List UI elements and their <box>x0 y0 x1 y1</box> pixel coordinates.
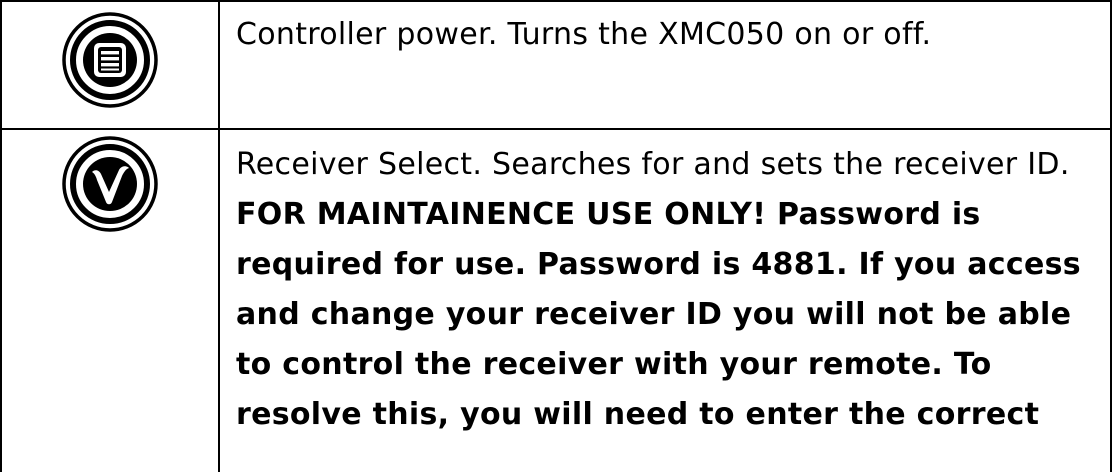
description-text: Controller power. Turns the XMC050 on or… <box>236 17 932 52</box>
description-text: Receiver Select. Searches for and sets t… <box>236 147 1070 182</box>
table-row: Receiver Select. Searches for and sets t… <box>0 128 1112 472</box>
description-cell: Controller power. Turns the XMC050 on or… <box>218 0 1112 130</box>
controller-power-icon <box>62 12 158 108</box>
receiver-select-icon <box>62 136 158 232</box>
icon-cell <box>0 0 220 130</box>
icon-cell <box>0 128 220 472</box>
warning-text: FOR MAINTAINENCE USE ONLY! Password is r… <box>236 197 1081 432</box>
table-row: Controller power. Turns the XMC050 on or… <box>0 0 1112 130</box>
description-cell: Receiver Select. Searches for and sets t… <box>218 128 1112 472</box>
feature-table: Controller power. Turns the XMC050 on or… <box>0 0 1112 472</box>
